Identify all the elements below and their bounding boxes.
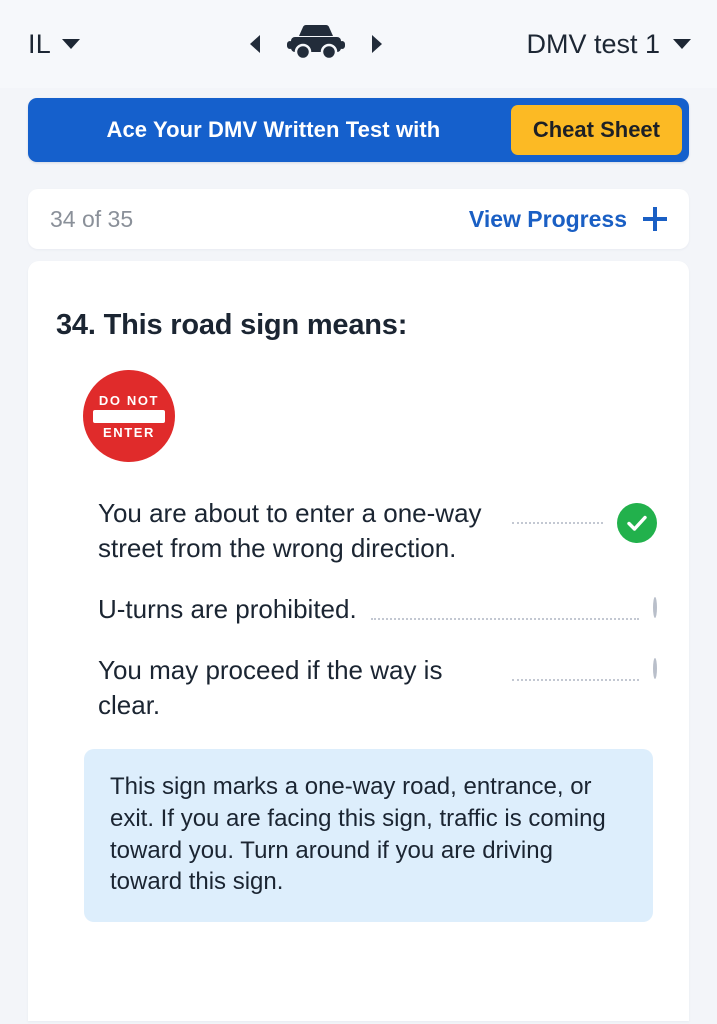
progress-bar-card: 34 of 35 View Progress bbox=[28, 189, 689, 249]
test-selector[interactable]: DMV test 1 bbox=[526, 29, 691, 60]
do-not-enter-sign: DO NOT ENTER bbox=[83, 370, 175, 462]
next-vehicle-button[interactable] bbox=[369, 33, 385, 55]
answer-option-label: You are about to enter a one-way street … bbox=[98, 498, 482, 564]
state-label: IL bbox=[28, 28, 51, 59]
leader-dots bbox=[370, 618, 639, 621]
top-bar: IL DMV test 1 bbox=[0, 0, 717, 88]
road-sign-image: DO NOT ENTER bbox=[83, 370, 661, 462]
vehicle-type-switcher bbox=[247, 24, 385, 65]
answer-option-2[interactable]: U-turns are prohibited. bbox=[98, 592, 657, 627]
answer-marker-empty[interactable] bbox=[653, 597, 657, 619]
check-circle-icon bbox=[617, 503, 657, 543]
chevron-right-icon bbox=[372, 35, 383, 53]
view-progress-label: View Progress bbox=[468, 205, 627, 232]
answer-option-3[interactable]: You may proceed if the way is clear. bbox=[98, 653, 657, 723]
sign-top-text: DO NOT bbox=[98, 392, 160, 408]
cheat-sheet-button[interactable]: Cheat Sheet bbox=[510, 105, 682, 155]
test-label: DMV test 1 bbox=[526, 28, 660, 59]
chevron-down-icon bbox=[673, 39, 691, 49]
state-selector[interactable]: IL bbox=[28, 29, 80, 60]
explanation-text: This sign marks a one-way road, entrance… bbox=[110, 773, 606, 896]
sign-bottom-text: ENTER bbox=[102, 424, 156, 440]
view-progress-button[interactable]: View Progress bbox=[469, 206, 667, 233]
question-counter: 34 of 35 bbox=[50, 205, 134, 232]
answer-marker-correct[interactable] bbox=[617, 503, 657, 543]
radio-empty-icon bbox=[653, 658, 657, 680]
chevron-left-icon bbox=[250, 35, 261, 53]
plus-icon bbox=[643, 207, 667, 231]
answer-option-label: You may proceed if the way is clear. bbox=[98, 655, 443, 721]
promo-banner[interactable]: Ace Your DMV Written Test with Cheat She… bbox=[28, 98, 689, 162]
radio-empty-icon bbox=[653, 597, 657, 619]
answer-option-label: U-turns are prohibited. bbox=[98, 594, 357, 625]
question-card: 34. This road sign means: DO NOT ENTER Y… bbox=[28, 261, 689, 1021]
sign-white-bar bbox=[93, 409, 165, 423]
leader-dots bbox=[512, 522, 603, 524]
prev-vehicle-button[interactable] bbox=[247, 33, 263, 55]
question-title: 34. This road sign means: bbox=[56, 309, 408, 341]
answer-list: You are about to enter a one-way street … bbox=[56, 496, 661, 723]
explanation-box: This sign marks a one-way road, entrance… bbox=[84, 749, 653, 923]
car-icon[interactable] bbox=[285, 24, 347, 65]
answer-marker-empty[interactable] bbox=[653, 658, 657, 680]
leader-dots bbox=[512, 679, 639, 682]
answer-option-1[interactable]: You are about to enter a one-way street … bbox=[98, 496, 657, 566]
chevron-down-icon bbox=[61, 39, 80, 49]
dmv-practice-test-screen: IL DMV test 1 Ace Your DMV Written Test … bbox=[0, 0, 717, 1024]
promo-banner-text: Ace Your DMV Written Test with bbox=[106, 117, 441, 142]
